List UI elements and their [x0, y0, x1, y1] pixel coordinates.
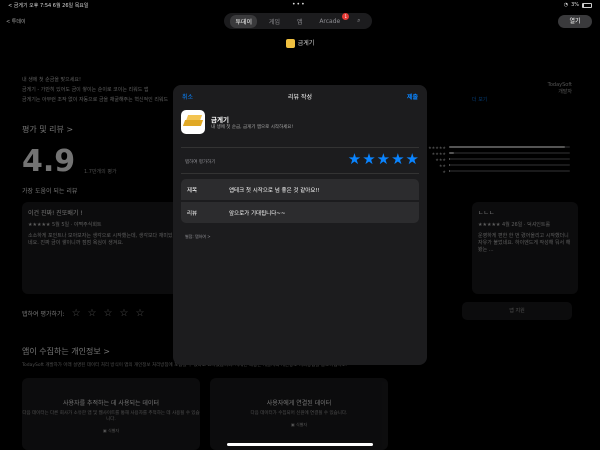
sheet-header: 취소 리뷰 작성 제출 — [173, 85, 427, 105]
app-title-row: 금게기 — [0, 38, 600, 48]
star-outline-icon[interactable]: ☆ — [104, 308, 113, 319]
rating-hint[interactable]: 별점: 탭하여 > — [185, 234, 211, 240]
review-card-2-meta: ★★★★★ 4월 26일 · 덕셔인트롤 — [478, 222, 551, 228]
ratings-count: 1.7만개의 평가 — [84, 169, 117, 175]
star-outline-icon[interactable]: ☆ — [72, 308, 81, 319]
review-body-field[interactable]: 리뷰 앞으로가 기대됩니다~~ — [181, 202, 419, 223]
app-icon — [181, 110, 205, 134]
identifier-chip: ▣ 식별자 — [291, 422, 307, 428]
tab-segment: 투데이 게임 앱 Arcade 1 ⌕ — [224, 12, 372, 29]
privacy-card-tracking-body: 다음 데이터는 다른 회사가 소유한 앱 및 웹사이트를 통해 사용자를 추적하… — [22, 411, 200, 422]
arcade-badge: 1 — [342, 12, 350, 20]
app-subtitle: 내 생에 첫 순금, 금게기 앱으로 시작하세요! — [211, 125, 294, 130]
battery-percent: 3% — [571, 2, 579, 8]
tab-today[interactable]: 투데이 — [230, 14, 258, 28]
helpful-review-label: 가장 도움이 되는 리뷰 — [22, 188, 78, 195]
review-body-input[interactable]: 앞으로가 기대됩니다~~ — [229, 209, 286, 217]
submit-button[interactable]: 제출 — [407, 92, 418, 101]
star-outline-icon[interactable]: ☆ — [88, 308, 97, 319]
star-filled-icon[interactable]: ★ — [391, 152, 404, 167]
review-card-2-title: ㄴㄴㄴ — [478, 210, 495, 217]
tap-to-rate-label: 탭하여 평가하기: — [22, 311, 65, 318]
app-name: 금게기 — [211, 116, 229, 124]
tab-apps[interactable]: 앱 — [292, 15, 308, 28]
search-icon[interactable]: ⌕ — [352, 15, 365, 27]
identifier-label: 식별자 — [296, 422, 308, 427]
more-link[interactable]: 더 보기 — [472, 96, 487, 103]
battery-icon — [582, 2, 592, 8]
tab-arcade[interactable]: Arcade 1 — [314, 12, 350, 27]
privacy-card-linked-body: 다음 데이터가 수집되어 신원에 연결될 수 있습니다. — [250, 411, 348, 416]
sheet-title: 리뷰 작성 — [288, 94, 312, 101]
review-card-1-meta: ★★★★★ 5월 5일 · 야쩍주식회트 — [28, 222, 102, 228]
status-left: < 금게기 오후 7:54 6월 26일 목요일 — [8, 3, 89, 9]
star-filled-icon[interactable]: ★ — [362, 152, 375, 167]
write-review-sheet: 취소 리뷰 작성 제출 금게기 내 생에 첫 순금, 금게기 앱으로 시작하세요… — [173, 85, 427, 365]
star-outline-icon[interactable]: ☆ — [135, 308, 144, 319]
identifier-label: 식별자 — [108, 428, 120, 433]
app-title: 금게기 — [297, 40, 315, 47]
rating-stars: ★ ★ ★ ★ ★ — [348, 152, 419, 167]
multitask-dots-icon[interactable]: ••• — [292, 1, 306, 8]
divider — [181, 147, 419, 148]
review-card-2-body: 운영하게 편한 한 번 렸어올리고 시작했더니 자유가 불었네요. 하이엔드게 … — [478, 233, 571, 253]
review-card-1[interactable]: 이건 진짜! 진또배기 ! ★★★★★ 5월 5일 · 야쩍주식회트 소소하게 … — [22, 202, 182, 294]
divider — [181, 173, 419, 174]
review-card-1-title: 이건 진짜! 진또배기 ! — [28, 210, 83, 217]
star-outline-icon[interactable]: ☆ — [119, 308, 128, 319]
review-body-label: 리뷰 — [187, 211, 198, 217]
description-line-3: 금게기는 아무런 조작 없이 자동으로 금을 채굴해주는 혁신적인 리워드 — [22, 97, 169, 103]
description-line-1: 내 생에 첫 순금을 맞으세요! — [22, 77, 81, 83]
status-bar: < 금게기 오후 7:54 6월 26일 목요일 ••• ◔ 3% — [0, 0, 600, 10]
wifi-icon: ◔ — [563, 2, 569, 8]
identifier-chip: ▣ 식별자 — [103, 428, 119, 434]
tap-to-rate-label: 탭하여 평가하기 — [185, 160, 216, 165]
star-filled-icon[interactable]: ★ — [348, 152, 361, 167]
tab-games[interactable]: 게임 — [264, 15, 285, 28]
privacy-card-linked-title: 사용자에게 연결된 데이터 — [266, 400, 332, 407]
developer-info[interactable]: TodaySoft 개발자 — [548, 82, 572, 95]
back-button[interactable]: < 투데이 — [6, 18, 26, 25]
open-button[interactable]: 열기 — [558, 15, 592, 28]
app-mini-icon — [285, 39, 295, 48]
description-line-2: 금게기 - 가만히 있어도 금이 쌓이는 순이로 코이는 리워드 앱 — [22, 87, 149, 93]
privacy-title[interactable]: 앱이 수집하는 개인정보 > — [22, 346, 110, 357]
privacy-card-tracking: 사용자를 추적하는 데 사용되는 데이터 다음 데이터는 다른 회사가 소유한 … — [22, 378, 200, 450]
star-filled-icon[interactable]: ★ — [377, 152, 390, 167]
top-bar: < 투데이 투데이 게임 앱 Arcade 1 ⌕ 열기 — [0, 10, 600, 32]
privacy-card-linked: 사용자에게 연결된 데이터 다음 데이터가 수집되어 신원에 연결될 수 있습니… — [210, 378, 388, 450]
privacy-card-tracking-title: 사용자를 추적하는 데 사용되는 데이터 — [63, 400, 159, 407]
tab-arcade-label: Arcade — [319, 17, 341, 25]
home-indicator[interactable] — [227, 443, 373, 446]
star-filled-icon[interactable]: ★ — [406, 152, 419, 167]
average-score: 4.9 — [22, 144, 76, 179]
ratings-title[interactable]: 평가 및 리뷰 > — [22, 124, 73, 135]
review-title-field[interactable]: 제목 앱테크 첫 시작으로 넘 좋은 것 같아요!! — [181, 179, 419, 200]
review-title-input[interactable]: 앱테크 첫 시작으로 넘 좋은 것 같아요!! — [229, 186, 320, 194]
review-title-label: 제목 — [187, 188, 198, 194]
review-card-2[interactable]: ㄴㄴㄴ ★★★★★ 4월 26일 · 덕셔인트롤 운영하게 편한 한 번 렸어올… — [472, 202, 578, 294]
tap-to-rate: 탭하여 평가하기: ☆ ☆ ☆ ☆ ☆ — [22, 308, 144, 319]
app-support-button[interactable]: 앱 지원 — [462, 302, 572, 320]
rating-distribution: ★★★★★ ★★★★ ★★★ ★★ ★ — [426, 144, 570, 174]
developer-role: 개발자 — [558, 89, 572, 95]
review-card-1-body: 소소하게 포인트나 모아보자는 생각으로 시작했는데, 생각보다 재미있네요. … — [28, 233, 173, 246]
